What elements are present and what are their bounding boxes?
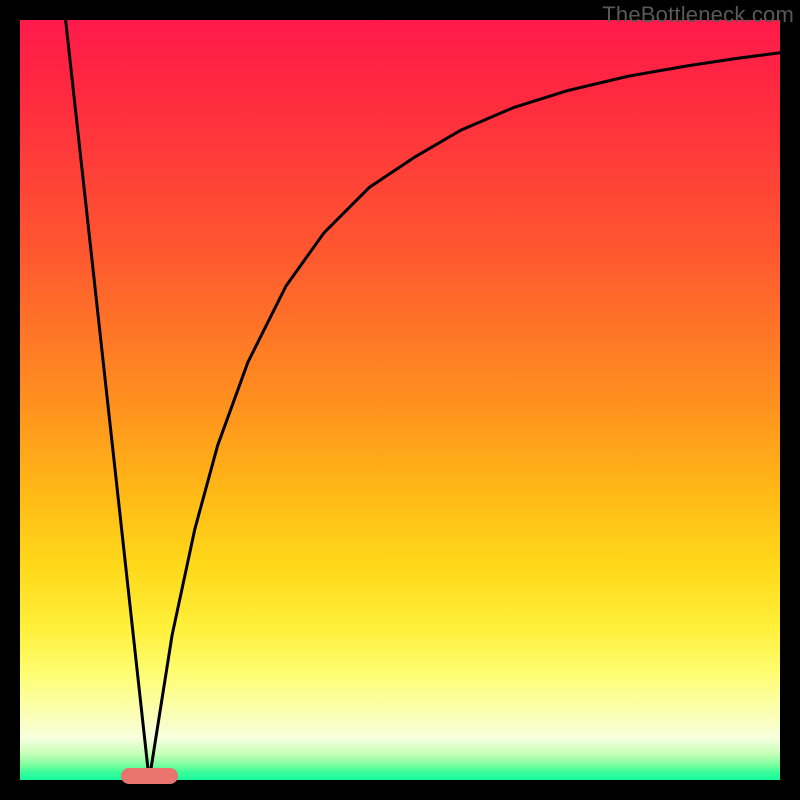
curve-layer bbox=[20, 20, 780, 780]
bottleneck-marker bbox=[121, 768, 178, 784]
chart-frame: TheBottleneck.com bbox=[0, 0, 800, 800]
curve-left-line bbox=[66, 20, 150, 780]
curve-group bbox=[66, 20, 780, 780]
curve-right bbox=[149, 53, 780, 780]
plot-area bbox=[20, 20, 780, 780]
watermark-text: TheBottleneck.com bbox=[602, 2, 794, 28]
